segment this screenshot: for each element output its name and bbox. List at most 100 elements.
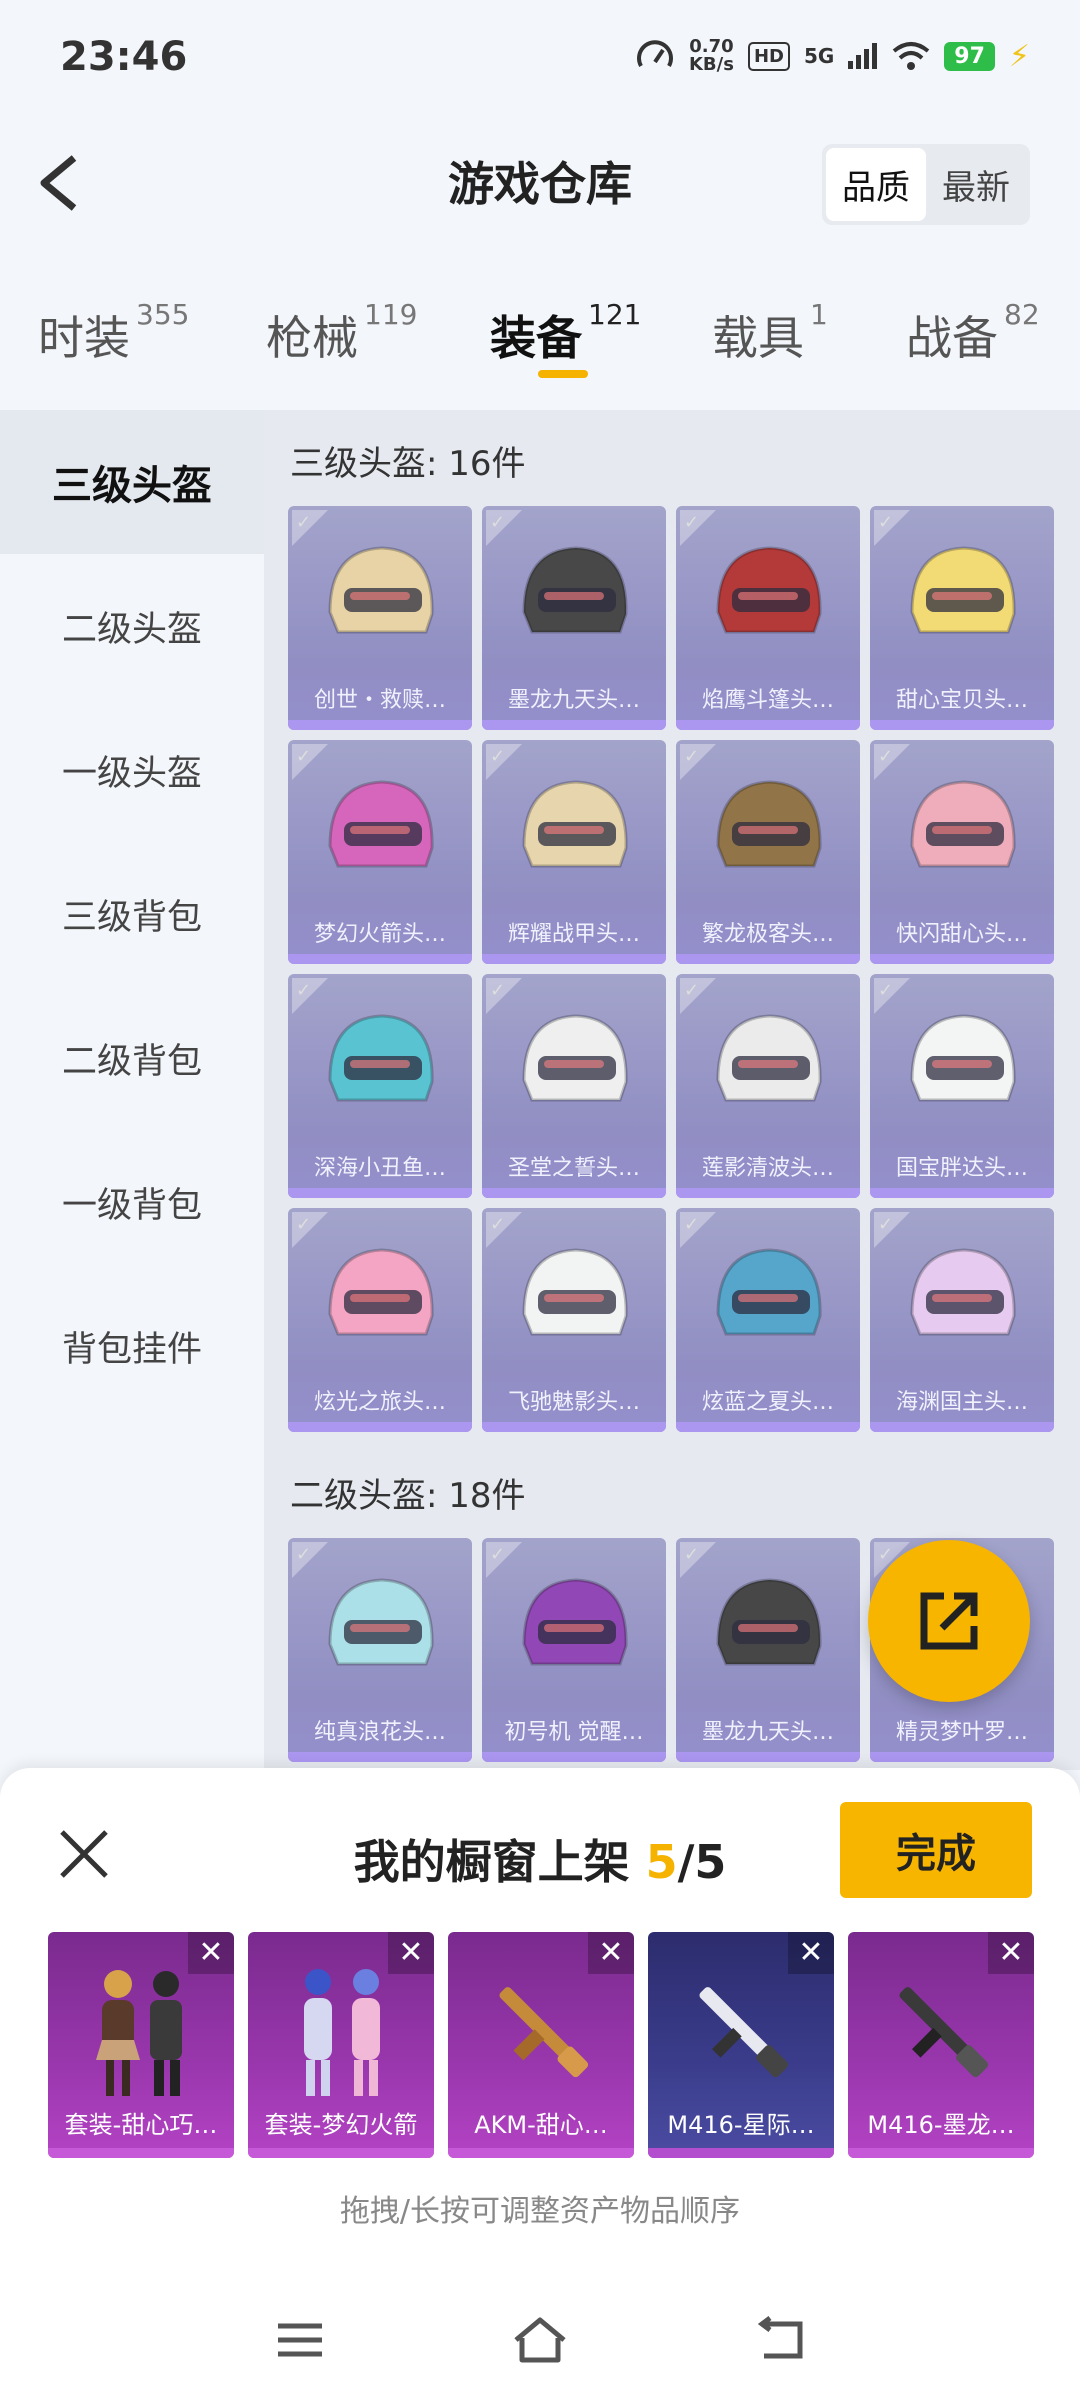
- slot-name: M416-墨龙…: [867, 2111, 1015, 2139]
- item-card[interactable]: ✓ 莲影清波头…: [676, 974, 860, 1198]
- showcase-slot[interactable]: ✕ 套装-甜心巧…: [48, 1932, 234, 2158]
- header: 游戏仓库 品质 最新: [0, 120, 1080, 240]
- rifle-thumbnail: [499, 1987, 589, 2078]
- check-icon: ✓: [296, 1214, 312, 1235]
- item-card[interactable]: ✓ 初号机 觉醒…: [482, 1538, 666, 1762]
- active-tab-indicator: [538, 370, 588, 378]
- helmet-thumbnail: [522, 780, 628, 868]
- item-card[interactable]: ✓ 繁龙极客头…: [676, 740, 860, 964]
- signal-5g-icon: 5G: [803, 44, 835, 68]
- share-button[interactable]: [868, 1540, 1030, 1702]
- rarity-bar: [482, 1188, 666, 1198]
- item-name: 墨龙九天头…: [701, 1720, 834, 1745]
- showcase-slot[interactable]: ✕ AKM-甜心…: [448, 1932, 634, 2158]
- item-card[interactable]: ✓ 炫光之旅头…: [288, 1208, 472, 1432]
- speedometer-icon: [637, 40, 673, 67]
- reorder-hint: 拖拽/长按可调整资产物品顺序: [339, 2194, 741, 2229]
- sidebar-item-backpack-3[interactable]: 三级背包: [0, 842, 264, 986]
- item-card[interactable]: ✓ 飞驰魅影头…: [482, 1208, 666, 1432]
- item-name: 炫蓝之夏头…: [701, 1390, 834, 1415]
- rarity-bar: [482, 720, 666, 730]
- remove-button[interactable]: ✕: [388, 1932, 434, 1974]
- item-card[interactable]: ✓ 焰鹰斗篷头…: [676, 506, 860, 730]
- home-icon[interactable]: [510, 2310, 570, 2370]
- item-name: 繁龙极客头…: [701, 922, 834, 947]
- helmet-thumbnail: [716, 1014, 822, 1102]
- item-name: 辉耀战甲头…: [507, 922, 640, 947]
- remove-button[interactable]: ✕: [588, 1932, 634, 1974]
- remove-button[interactable]: ✕: [188, 1932, 234, 1974]
- hd-icon: HD: [747, 41, 790, 71]
- item-card[interactable]: ✓ 墨龙九天头…: [482, 506, 666, 730]
- check-icon: ✓: [878, 1544, 894, 1565]
- category-tabs: 时装 355 枪械 119 装备 121 载具 1 战备 82: [0, 290, 1080, 400]
- showcase-slot[interactable]: ✕ M416-墨龙…: [848, 1932, 1034, 2158]
- share-icon: [920, 1592, 978, 1650]
- item-name: 深海小丑鱼…: [313, 1156, 446, 1181]
- section-title: 二级头盔: 18件: [290, 1476, 526, 1516]
- tab-equipment[interactable]: 装备 121: [490, 298, 641, 368]
- item-card[interactable]: ✓ 甜心宝贝头…: [870, 506, 1054, 730]
- showcase-slot[interactable]: ✕ 套装-梦幻火箭: [248, 1932, 434, 2158]
- item-card[interactable]: ✓ 梦幻火箭头…: [288, 740, 472, 964]
- check-icon: ✓: [490, 746, 506, 767]
- sidebar-item-backpack-pendant[interactable]: 背包挂件: [0, 1274, 264, 1418]
- done-button[interactable]: 完成: [840, 1802, 1032, 1898]
- rarity-bar: [676, 1752, 860, 1762]
- rarity-bar: [448, 2148, 634, 2158]
- check-icon: ✓: [490, 980, 506, 1001]
- status-bar: 23:46 0.70 KB/s HD 5G 97 ⚡: [0, 0, 1080, 120]
- tab-supplies[interactable]: 战备 82: [906, 298, 1040, 368]
- tab-weapons[interactable]: 枪械 119: [266, 298, 417, 368]
- check-icon: ✓: [296, 512, 312, 533]
- check-icon: ✓: [296, 980, 312, 1001]
- sidebar-item-helmet-2[interactable]: 二级头盔: [0, 554, 264, 698]
- item-card[interactable]: ✓ 炫蓝之夏头…: [676, 1208, 860, 1432]
- tab-vehicles[interactable]: 载具 1: [712, 298, 828, 368]
- helmet-thumbnail: [522, 1014, 628, 1102]
- sidebar-item-backpack-1[interactable]: 一级背包: [0, 1130, 264, 1274]
- check-icon: ✓: [878, 980, 894, 1001]
- helmet-thumbnail: [910, 1014, 1016, 1102]
- item-card[interactable]: ✓ 创世・救赎…: [288, 506, 472, 730]
- item-card[interactable]: ✓ 海渊国主头…: [870, 1208, 1054, 1432]
- helmet-thumbnail: [522, 546, 628, 634]
- item-card[interactable]: ✓ 墨龙九天头…: [676, 1538, 860, 1762]
- check-icon: ✓: [878, 746, 894, 767]
- item-card[interactable]: ✓ 国宝胖达头…: [870, 974, 1054, 1198]
- item-name: 精灵梦叶罗…: [895, 1720, 1028, 1745]
- slot-name: 套装-梦幻火箭: [264, 2111, 418, 2139]
- remove-button[interactable]: ✕: [988, 1932, 1034, 1974]
- helmet-thumbnail: [522, 1578, 628, 1666]
- helmet-thumbnail: [328, 780, 434, 868]
- menu-icon[interactable]: [270, 2310, 330, 2370]
- rarity-bar: [482, 954, 666, 964]
- item-card[interactable]: ✓ 圣堂之誓头…: [482, 974, 666, 1198]
- check-icon: ✓: [296, 746, 312, 767]
- check-icon: ✓: [684, 1214, 700, 1235]
- showcase-slot[interactable]: ✕ M416-星际…: [648, 1932, 834, 2158]
- item-card[interactable]: ✓ 快闪甜心头…: [870, 740, 1054, 964]
- helmet-thumbnail: [328, 546, 434, 634]
- sidebar-item-helmet-3[interactable]: 三级头盔: [0, 410, 264, 554]
- item-name: 炫光之旅头…: [313, 1390, 446, 1415]
- sort-quality-button[interactable]: 品质: [826, 148, 926, 221]
- tab-fashion[interactable]: 时装 355: [38, 298, 189, 368]
- item-card[interactable]: ✓ 纯真浪花头…: [288, 1538, 472, 1762]
- back-icon[interactable]: [750, 2310, 810, 2370]
- item-card[interactable]: ✓ 深海小丑鱼…: [288, 974, 472, 1198]
- sidebar: 三级头盔 二级头盔 一级头盔 三级背包 二级背包 一级背包 背包挂件: [0, 410, 264, 1770]
- helmet-thumbnail: [910, 1248, 1016, 1336]
- item-name: 墨龙九天头…: [507, 688, 640, 713]
- rarity-bar: [482, 1422, 666, 1432]
- sidebar-item-backpack-2[interactable]: 二级背包: [0, 986, 264, 1130]
- wifi-icon: [893, 42, 930, 70]
- rarity-bar: [848, 2148, 1034, 2158]
- outfit-thumbnail: [96, 1970, 182, 2096]
- system-nav-bar: [0, 2290, 1080, 2400]
- sidebar-item-helmet-1[interactable]: 一级头盔: [0, 698, 264, 842]
- item-card[interactable]: ✓ 辉耀战甲头…: [482, 740, 666, 964]
- sort-newest-button[interactable]: 最新: [926, 148, 1026, 221]
- remove-button[interactable]: ✕: [788, 1932, 834, 1974]
- check-icon: ✓: [684, 980, 700, 1001]
